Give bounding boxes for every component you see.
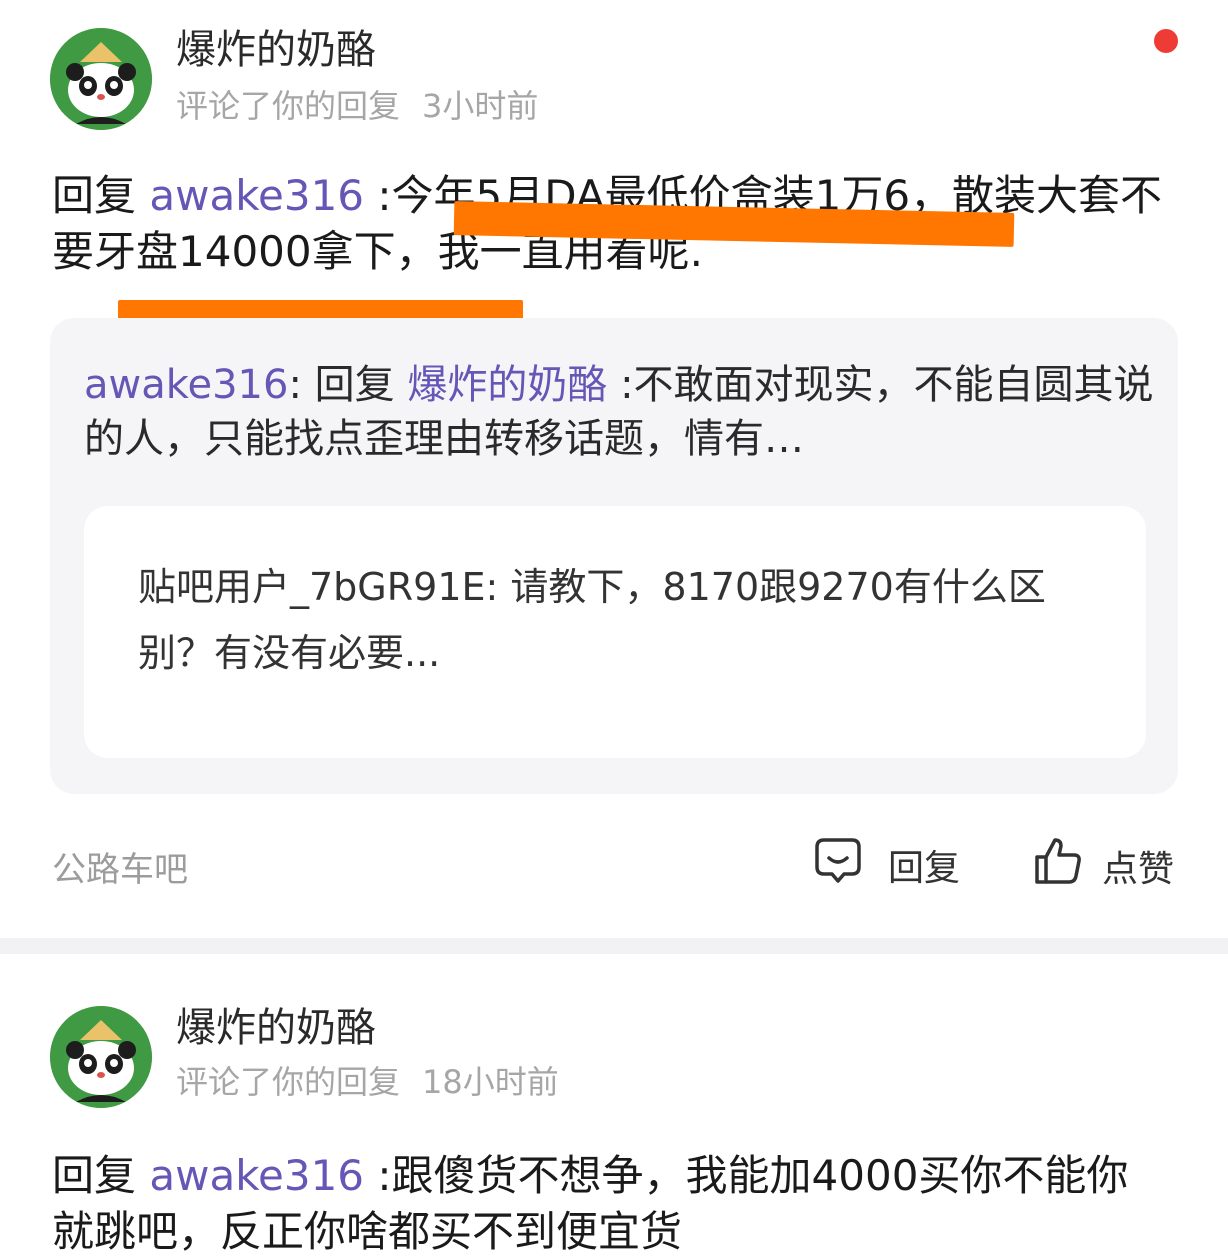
username[interactable]: 爆炸的奶酪 <box>176 26 376 74</box>
notification-meta: 评论了你的回复 18小时前 <box>176 1062 559 1102</box>
reply-prefix: 回复 <box>52 171 137 220</box>
section-divider <box>0 938 1228 954</box>
timestamp: 3小时前 <box>422 87 539 125</box>
reply-prefix: 回复 <box>52 1151 137 1200</box>
mention-link[interactable]: awake316 <box>149 1151 364 1200</box>
timestamp: 18小时前 <box>422 1063 559 1101</box>
like-button[interactable]: 点赞 <box>1034 836 1174 895</box>
comment-bubble-icon <box>814 836 862 893</box>
action-text: 评论了你的回复 <box>176 1063 401 1101</box>
original-author: 贴吧用户_7bGR91E <box>138 565 486 609</box>
quote-mention[interactable]: 爆炸的奶酪 <box>407 362 607 408</box>
avatar[interactable] <box>50 28 152 130</box>
reply-button-label: 回复 <box>888 847 961 889</box>
forum-link[interactable]: 公路车吧 <box>52 842 188 891</box>
thumbs-up-icon <box>1034 836 1082 895</box>
mention-link[interactable]: awake316 <box>149 171 364 220</box>
action-text: 评论了你的回复 <box>176 87 401 125</box>
original-post: 贴吧用户_7bGR91E: 请教下，8170跟9270有什么区别？有没有必要..… <box>138 554 1078 686</box>
original-colon: : <box>485 565 499 609</box>
reply-button[interactable]: 回复 <box>814 836 960 893</box>
avatar[interactable] <box>50 1006 152 1108</box>
notification-meta: 评论了你的回复 3小时前 <box>176 86 538 126</box>
unread-dot <box>1154 29 1178 53</box>
original-post-card[interactable]: 贴吧用户_7bGR91E: 请教下，8170跟9270有什么区别？有没有必要..… <box>84 506 1146 758</box>
username[interactable]: 爆炸的奶酪 <box>176 1004 376 1052</box>
like-button-label: 点赞 <box>1102 848 1175 890</box>
quote-prefix: 回复 <box>314 362 395 408</box>
quote-colon: : <box>288 362 302 408</box>
quoted-comment: awake316: 回复 爆炸的奶酪 :不敢面对现实，不能自圆其说的人，只能找点… <box>84 358 1154 466</box>
reply-content[interactable]: 回复 awake316 :跟傻货不想争，我能加4000买你不能你就跳吧，反正你啥… <box>52 1148 1152 1260</box>
quoted-comment-card[interactable]: awake316: 回复 爆炸的奶酪 :不敢面对现实，不能自圆其说的人，只能找点… <box>50 318 1178 794</box>
quote-author[interactable]: awake316 <box>84 362 288 408</box>
